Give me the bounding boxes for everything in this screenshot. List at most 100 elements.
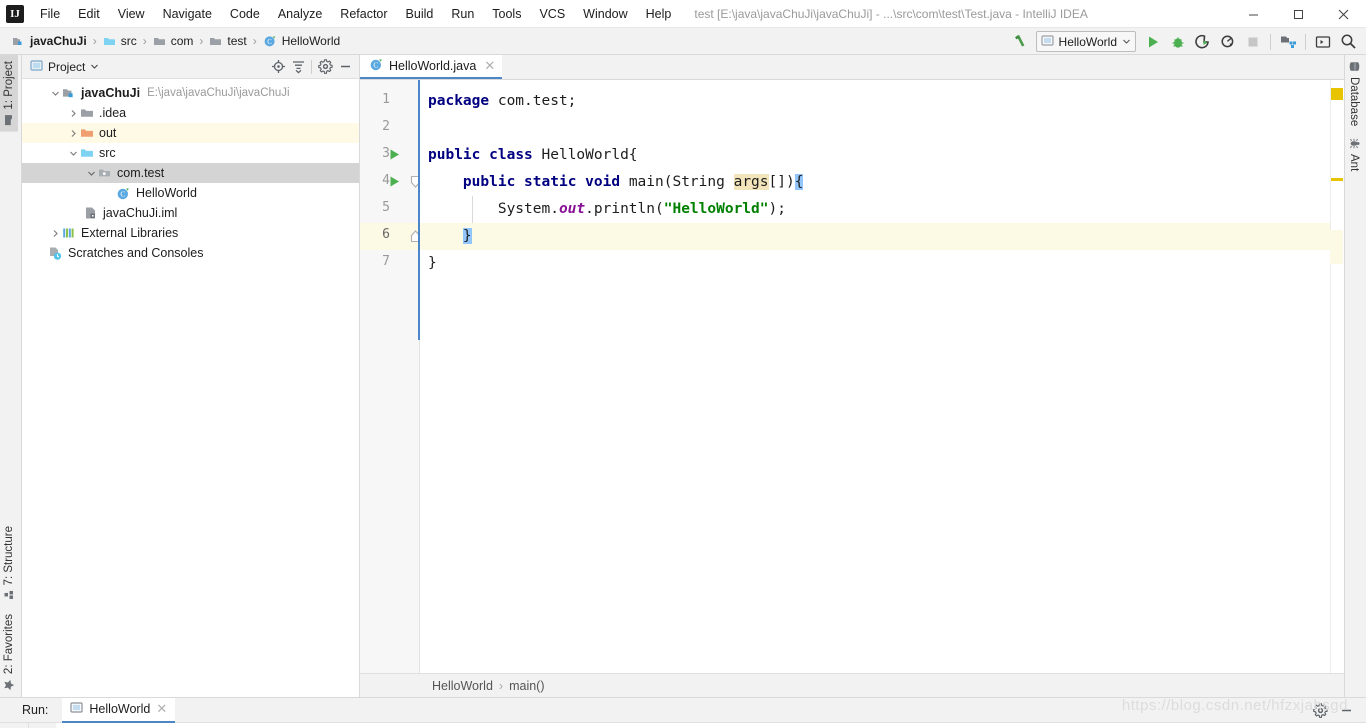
project-panel-title[interactable]: Project	[30, 59, 99, 75]
breadcrumb-item-src[interactable]: src	[99, 32, 141, 50]
editor-gutter[interactable]: 1 2 3 4 5 6 7	[360, 80, 421, 673]
menu-item-edit[interactable]: Edit	[69, 0, 109, 27]
menu-item-file[interactable]: File	[31, 0, 69, 27]
chevron-down-icon[interactable]	[84, 169, 98, 178]
run-tab-helloworld[interactable]: HelloWorld ✕	[62, 697, 176, 723]
debug-button[interactable]	[1166, 30, 1190, 53]
menu-item-run[interactable]: Run	[442, 0, 483, 27]
breadcrumb-item-class[interactable]: C HelloWorld	[259, 32, 344, 50]
console-output[interactable]: "C:\Program Files\Java\jdk1.8.0_241\bin\…	[56, 723, 1352, 728]
sidebar-label-database: Database	[1348, 77, 1360, 127]
tree-item-src[interactable]: src	[22, 143, 359, 163]
run-configuration-selector[interactable]: HelloWorld	[1035, 31, 1136, 52]
tree-item-module[interactable]: javaChuJi E:\java\javaChuJi\javaChuJi	[22, 83, 359, 103]
breadcrumb-class[interactable]: HelloWorld	[432, 679, 493, 693]
build-button[interactable]	[1009, 30, 1033, 53]
profile-button[interactable]	[1216, 30, 1240, 53]
tree-label: External Libraries	[81, 226, 179, 240]
toolbar-divider	[1305, 33, 1306, 50]
chevron-down-icon[interactable]	[48, 89, 62, 98]
close-icon[interactable]: ✕	[484, 58, 495, 74]
menu-item-vcs[interactable]: VCS	[530, 0, 574, 27]
search-icon[interactable]	[1336, 30, 1360, 53]
keyword: public	[428, 147, 481, 163]
tree-item-external-libraries[interactable]: External Libraries	[22, 223, 359, 243]
sidebar-item-ant[interactable]: Ant	[1345, 132, 1363, 177]
project-tree[interactable]: javaChuJi E:\java\javaChuJi\javaChuJi .i…	[22, 79, 359, 697]
run-toolbar-right	[28, 723, 56, 728]
editor-body[interactable]: 1 2 3 4 5 6 7 package com.test; public c…	[360, 80, 1344, 673]
code-text: .println(	[585, 201, 664, 217]
menu-item-refactor[interactable]: Refactor	[331, 0, 396, 27]
source-folder-icon	[80, 146, 94, 160]
keyword: class	[489, 147, 533, 163]
breadcrumb-item-com[interactable]: com	[149, 32, 198, 50]
module-icon	[62, 86, 76, 100]
chevron-right-icon[interactable]	[66, 109, 80, 118]
stop-button[interactable]	[1241, 30, 1265, 53]
close-button[interactable]	[1321, 0, 1366, 28]
chevron-right-icon[interactable]	[66, 129, 80, 138]
locate-button[interactable]	[268, 57, 288, 77]
tree-item-out[interactable]: out	[22, 123, 359, 143]
project-structure-button[interactable]	[1276, 30, 1300, 53]
editor-tab-helloworld[interactable]: C HelloWorld.java ✕	[360, 54, 503, 79]
sidebar-item-database[interactable]: Database	[1345, 55, 1363, 132]
gear-icon[interactable]	[315, 57, 335, 77]
run-config-label: HelloWorld	[1058, 34, 1117, 49]
minimize-icon[interactable]	[1334, 698, 1358, 722]
breadcrumb-item-module[interactable]: javaChuJi	[8, 32, 91, 50]
folder-icon	[153, 35, 166, 48]
sidebar-item-project[interactable]: 1: Project	[0, 55, 18, 132]
package-icon	[98, 166, 112, 180]
menu-item-analyze[interactable]: Analyze	[269, 0, 331, 27]
menu-item-help[interactable]: Help	[637, 0, 681, 27]
run-class-gutter-icon[interactable]	[388, 148, 401, 164]
tree-label: Scratches and Consoles	[68, 246, 204, 260]
tree-item-iml[interactable]: javaChuJi.iml	[22, 203, 359, 223]
sidebar-label-ant: Ant	[1348, 154, 1360, 172]
source-folder-icon	[103, 35, 116, 48]
console-scrollbar[interactable]	[1352, 723, 1366, 728]
breadcrumb-item-test[interactable]: test	[205, 32, 250, 50]
close-icon[interactable]: ✕	[156, 701, 167, 717]
line-number: 7	[382, 254, 390, 269]
run-window-header: Run: HelloWorld ✕	[0, 697, 1366, 723]
window-controls	[1231, 0, 1366, 28]
tree-item-package[interactable]: com.test	[22, 163, 359, 183]
menu-item-view[interactable]: View	[109, 0, 154, 27]
menu-item-tools[interactable]: Tools	[483, 0, 530, 27]
menu-item-code[interactable]: Code	[221, 0, 269, 27]
run-method-gutter-icon[interactable]	[388, 175, 401, 191]
sidebar-item-favorites[interactable]: 2: Favorites	[0, 608, 18, 697]
editor-tab-label: HelloWorld.java	[389, 58, 477, 73]
run-coverage-button[interactable]	[1191, 30, 1215, 53]
tree-label: com.test	[117, 166, 165, 180]
tree-item-idea[interactable]: .idea	[22, 103, 359, 123]
menu-item-build[interactable]: Build	[397, 0, 443, 27]
keyword: package	[428, 93, 490, 109]
menu-item-window[interactable]: Window	[574, 0, 636, 27]
run-button[interactable]	[1141, 30, 1165, 53]
error-stripe[interactable]	[1330, 80, 1344, 673]
sidebar-item-structure[interactable]: 7: Structure	[0, 520, 18, 607]
code-text: }	[428, 255, 437, 271]
tree-item-class[interactable]: C HelloWorld	[22, 183, 359, 203]
warning-stripe[interactable]	[1331, 178, 1343, 181]
warning-marker[interactable]	[1331, 88, 1343, 100]
tree-item-scratches[interactable]: Scratches and Consoles	[22, 243, 359, 263]
code-content[interactable]: package com.test; public class HelloWorl…	[420, 80, 1330, 673]
left-strip-bottom: 7: Structure 2: Favorites	[0, 520, 21, 697]
window-icon-button[interactable]	[1311, 30, 1335, 53]
code-line-5: System.out.println("HelloWorld");	[420, 196, 1330, 223]
chevron-down-icon[interactable]	[66, 149, 80, 158]
maximize-button[interactable]	[1276, 0, 1321, 28]
breadcrumb-method[interactable]: main()	[509, 679, 544, 693]
collapse-all-button[interactable]	[288, 57, 308, 77]
chevron-right-icon[interactable]	[48, 229, 62, 238]
minimize-button[interactable]	[1231, 0, 1276, 28]
menu-item-navigate[interactable]: Navigate	[154, 0, 221, 27]
minimize-icon[interactable]	[335, 57, 355, 77]
gear-icon[interactable]	[1308, 698, 1332, 722]
code-text: );	[768, 201, 786, 217]
